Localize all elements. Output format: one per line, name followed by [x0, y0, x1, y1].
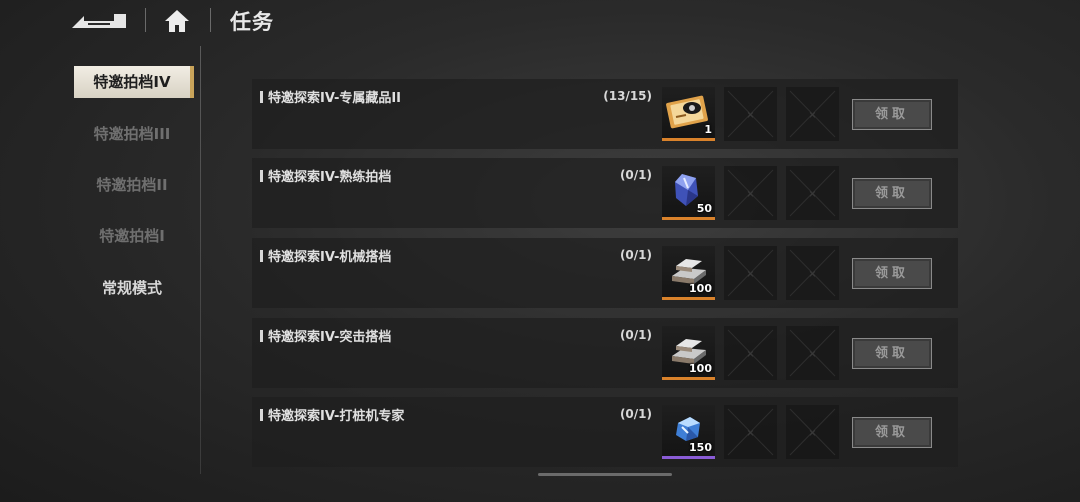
- task-row: 特邀探索IV-打桩机专家 (0/1) 150 × × 领取: [252, 397, 958, 467]
- task-progress: (0/1): [619, 328, 652, 342]
- claim-button[interactable]: 领取: [852, 417, 932, 448]
- svg-text:×: ×: [808, 110, 816, 121]
- claim-button[interactable]: 领取: [852, 99, 932, 130]
- reward-slot[interactable]: 100: [662, 246, 715, 300]
- empty-x-icon: ×: [727, 249, 774, 297]
- svg-text:×: ×: [746, 428, 754, 439]
- svg-text:×: ×: [746, 110, 754, 121]
- empty-reward-slot: ×: [786, 87, 839, 141]
- task-name: 特邀探索IV-突击搭档: [260, 326, 391, 345]
- claim-button[interactable]: 领取: [852, 178, 932, 209]
- task-row: 特邀探索IV-熟练拍档 (0/1) 50 × × 领取: [252, 158, 958, 228]
- home-icon: [165, 10, 189, 32]
- reward-count: 1: [704, 123, 712, 136]
- sidebar-item-normal-mode[interactable]: 常规模式: [74, 272, 190, 304]
- reward-slot[interactable]: 150: [662, 405, 715, 459]
- task-row: 特邀探索IV-专属藏品II (13/15) 1 × × 领取: [252, 79, 958, 149]
- task-progress: (13/15): [603, 89, 652, 103]
- reward-slot[interactable]: 50: [662, 166, 715, 220]
- sidebar-divider: [200, 46, 201, 474]
- claim-button[interactable]: 领取: [852, 258, 932, 289]
- empty-reward-slot: ×: [786, 326, 839, 380]
- reward-count: 50: [696, 202, 712, 215]
- empty-reward-slot: ×: [724, 246, 777, 300]
- empty-x-icon: ×: [789, 249, 836, 297]
- svg-text:×: ×: [808, 189, 816, 200]
- empty-x-icon: ×: [789, 169, 836, 217]
- reward-slot[interactable]: 1: [662, 87, 715, 141]
- sidebar-item-partner-iv[interactable]: 特邀拍档IV: [74, 66, 194, 98]
- reward-count: 150: [689, 441, 712, 454]
- reward-count: 100: [689, 362, 712, 375]
- home-button[interactable]: [160, 6, 194, 36]
- empty-reward-slot: ×: [786, 166, 839, 220]
- empty-x-icon: ×: [727, 329, 774, 377]
- back-button[interactable]: [70, 8, 128, 32]
- header-separator: [210, 8, 211, 32]
- task-name: 特邀探索IV-打桩机专家: [260, 405, 404, 424]
- back-arrow-icon: [72, 14, 126, 28]
- task-name: 特邀探索IV-专属藏品II: [260, 87, 401, 106]
- empty-reward-slot: ×: [786, 405, 839, 459]
- empty-x-icon: ×: [727, 169, 774, 217]
- empty-x-icon: ×: [727, 90, 774, 138]
- task-progress: (0/1): [619, 248, 652, 262]
- empty-x-icon: ×: [789, 90, 836, 138]
- page-title: 任务: [230, 10, 274, 34]
- sidebar: 特邀拍档IV 特邀拍档III 特邀拍档II 特邀拍档I 常规模式: [70, 58, 200, 478]
- svg-text:×: ×: [808, 428, 816, 439]
- sidebar-item-partner-ii[interactable]: 特邀拍档II: [74, 169, 190, 201]
- task-row: 特邀探索IV-突击搭档 (0/1) 100 × × 领取: [252, 318, 958, 388]
- task-name: 特邀探索IV-熟练拍档: [260, 166, 391, 185]
- task-progress: (0/1): [619, 407, 652, 421]
- svg-text:×: ×: [746, 269, 754, 280]
- top-bar: 任务: [0, 0, 1080, 42]
- svg-text:×: ×: [746, 189, 754, 200]
- svg-text:×: ×: [808, 349, 816, 360]
- empty-x-icon: ×: [789, 329, 836, 377]
- sidebar-item-partner-iii[interactable]: 特邀拍档III: [74, 118, 190, 150]
- task-name: 特邀探索IV-机械搭档: [260, 246, 391, 265]
- sidebar-item-partner-i[interactable]: 特邀拍档I: [74, 220, 190, 252]
- empty-x-icon: ×: [789, 408, 836, 456]
- svg-text:×: ×: [808, 269, 816, 280]
- empty-reward-slot: ×: [786, 246, 839, 300]
- empty-x-icon: ×: [727, 408, 774, 456]
- reward-count: 100: [689, 282, 712, 295]
- task-progress: (0/1): [619, 168, 652, 182]
- reward-slot[interactable]: 100: [662, 326, 715, 380]
- svg-text:×: ×: [746, 349, 754, 360]
- claim-button[interactable]: 领取: [852, 338, 932, 369]
- empty-reward-slot: ×: [724, 326, 777, 380]
- header-separator: [145, 8, 146, 32]
- empty-reward-slot: ×: [724, 87, 777, 141]
- task-row: 特邀探索IV-机械搭档 (0/1) 100 × × 领取: [252, 238, 958, 308]
- empty-reward-slot: ×: [724, 166, 777, 220]
- scroll-indicator[interactable]: [538, 473, 672, 476]
- empty-reward-slot: ×: [724, 405, 777, 459]
